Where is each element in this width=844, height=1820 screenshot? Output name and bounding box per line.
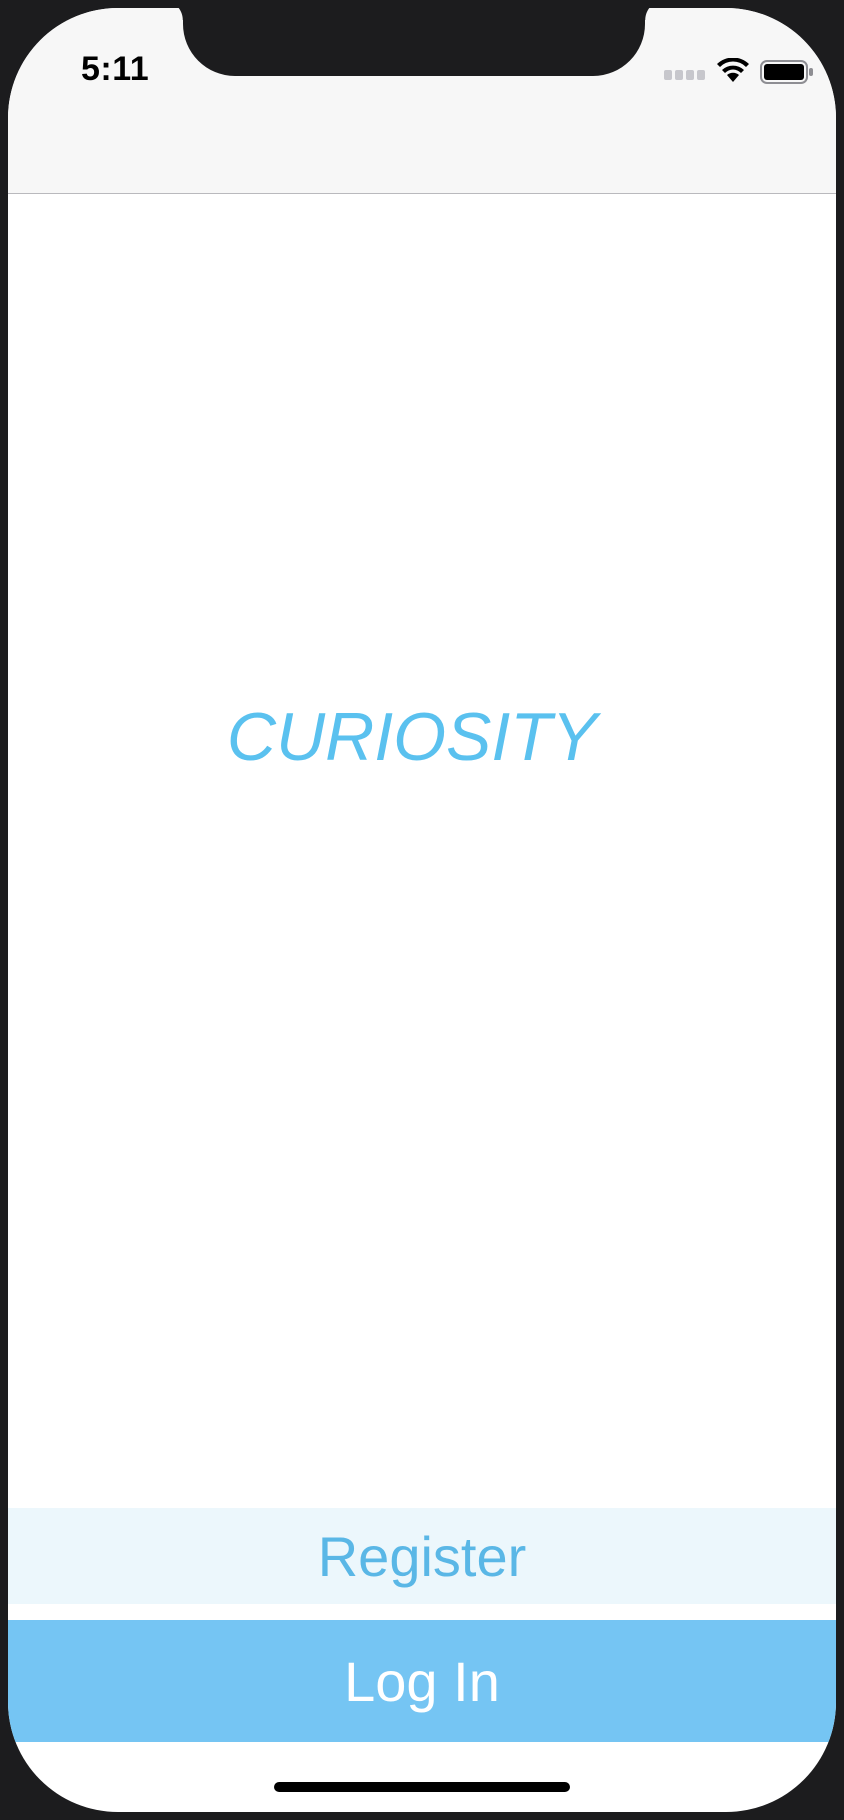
app-title: CURIOSITY	[226, 699, 598, 775]
register-button[interactable]: Register	[8, 1508, 836, 1604]
battery-icon	[760, 60, 813, 84]
app-screen: 5:11 CURIOSITY Register Log In	[8, 8, 836, 1812]
device-notch	[163, 0, 665, 76]
wifi-icon	[717, 58, 749, 82]
cellular-signal-icon	[664, 70, 705, 80]
status-icons	[664, 58, 814, 88]
login-button[interactable]: Log In	[8, 1620, 836, 1742]
device-frame: 5:11 CURIOSITY Register Log In	[0, 0, 844, 1820]
status-time: 5:11	[81, 50, 150, 88]
home-indicator[interactable]	[274, 1782, 570, 1792]
